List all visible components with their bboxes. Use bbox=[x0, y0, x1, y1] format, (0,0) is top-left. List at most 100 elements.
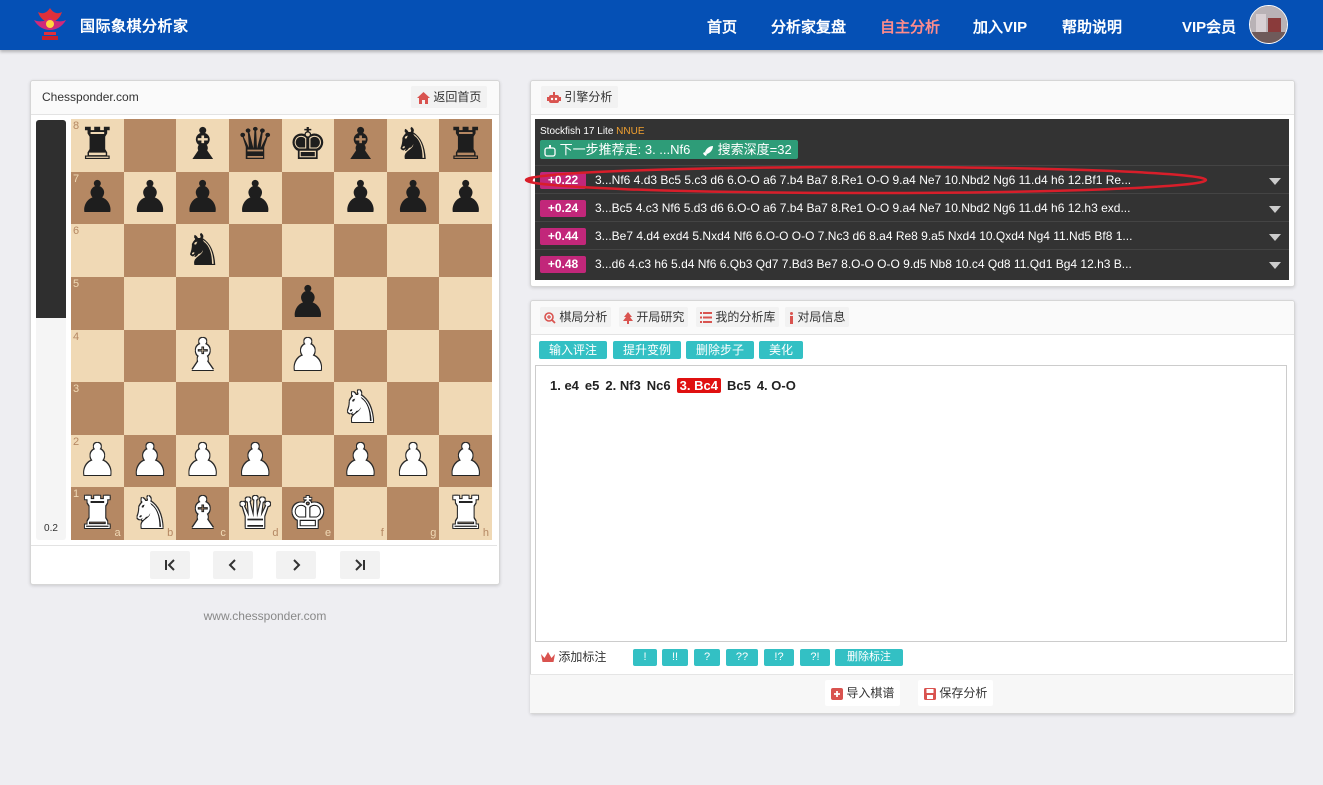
engine-line[interactable]: +0.48 3...d6 4.c3 h6 5.d4 Nf6 6.Qb3 Qd7 7… bbox=[535, 249, 1289, 278]
square-b5[interactable] bbox=[123, 276, 177, 330]
square-a3[interactable]: 3 bbox=[71, 382, 124, 435]
white-king-icon[interactable]: ♚ bbox=[282, 487, 335, 540]
square-e2[interactable] bbox=[281, 434, 335, 488]
square-b6[interactable] bbox=[123, 224, 177, 277]
square-g6[interactable] bbox=[386, 224, 440, 277]
white-knight-icon[interactable]: ♞ bbox=[124, 487, 177, 540]
square-d2[interactable]: ♟ bbox=[228, 434, 282, 488]
black-knight-icon[interactable]: ♞ bbox=[176, 224, 229, 277]
square-b7[interactable]: ♟ bbox=[123, 171, 177, 225]
square-g5[interactable] bbox=[386, 276, 440, 330]
annotation-brilliant-button[interactable]: !! bbox=[662, 649, 688, 666]
square-e3[interactable] bbox=[281, 382, 335, 435]
square-a8[interactable]: 8 ♜ bbox=[71, 119, 124, 172]
tab-my-library[interactable]: 我的分析库 bbox=[696, 307, 780, 327]
square-d1[interactable]: d ♛ bbox=[228, 487, 282, 540]
home-button[interactable]: 返回首页 bbox=[411, 86, 488, 108]
chevron-down-icon[interactable] bbox=[1269, 262, 1281, 269]
chevron-down-icon[interactable] bbox=[1269, 234, 1281, 241]
save-analysis-button[interactable]: 保存分析 bbox=[918, 680, 994, 706]
square-c6[interactable]: ♞ bbox=[176, 224, 229, 277]
square-f8[interactable]: ♝ bbox=[334, 119, 387, 172]
square-e6[interactable] bbox=[281, 224, 335, 277]
black-pawn-icon[interactable]: ♟ bbox=[387, 172, 440, 225]
square-a7[interactable]: 7 ♟ bbox=[71, 171, 124, 225]
square-f4[interactable] bbox=[334, 329, 387, 383]
square-c8[interactable]: ♝ bbox=[176, 119, 229, 172]
square-b8[interactable] bbox=[123, 119, 177, 172]
black-pawn-icon[interactable]: ♟ bbox=[176, 172, 229, 225]
next-move-button[interactable] bbox=[276, 551, 316, 579]
square-h3[interactable] bbox=[439, 382, 492, 435]
square-d3[interactable] bbox=[228, 382, 282, 435]
square-e7[interactable] bbox=[281, 171, 335, 225]
square-c2[interactable]: ♟ bbox=[176, 434, 229, 488]
footer-url[interactable]: www.chessponder.com bbox=[30, 609, 500, 623]
square-g7[interactable]: ♟ bbox=[386, 171, 440, 225]
square-a5[interactable]: 5 bbox=[71, 276, 124, 330]
square-h4[interactable] bbox=[439, 329, 492, 383]
square-e8[interactable]: ♚ bbox=[281, 119, 335, 172]
white-pawn-icon[interactable]: ♟ bbox=[282, 330, 335, 383]
square-g1[interactable]: g bbox=[386, 487, 440, 540]
nav-vip-member[interactable]: VIP会员 bbox=[1182, 16, 1236, 37]
tab-opening-study[interactable]: 开局研究 bbox=[619, 307, 689, 327]
move-item[interactable]: 1. e4 bbox=[550, 378, 579, 393]
annotation-mistake-button[interactable]: ? bbox=[694, 649, 720, 666]
first-move-button[interactable] bbox=[150, 551, 190, 579]
delete-moves-button[interactable]: 删除步子 bbox=[686, 341, 754, 359]
white-pawn-icon[interactable]: ♟ bbox=[387, 435, 440, 488]
white-bishop-icon[interactable]: ♝ bbox=[176, 487, 229, 540]
delete-annotation-button[interactable]: 删除标注 bbox=[835, 649, 903, 666]
square-h8[interactable]: ♜ bbox=[439, 119, 492, 172]
white-knight-icon[interactable]: ♞ bbox=[334, 382, 387, 435]
move-list-box[interactable]: 1. e4 e5 2. Nf3 Nc6 3. Bc4 Bc5 4. O-O bbox=[535, 365, 1287, 642]
black-pawn-icon[interactable]: ♟ bbox=[439, 172, 492, 225]
site-logo-icon[interactable] bbox=[30, 4, 70, 46]
move-item[interactable]: 2. Nf3 bbox=[605, 378, 640, 393]
white-rook-icon[interactable]: ♜ bbox=[71, 487, 124, 540]
black-king-icon[interactable]: ♚ bbox=[282, 119, 335, 172]
annotation-interesting-button[interactable]: !? bbox=[764, 649, 794, 666]
square-d7[interactable]: ♟ bbox=[228, 171, 282, 225]
move-item[interactable]: Nc6 bbox=[647, 378, 671, 393]
square-c4[interactable]: ♝ bbox=[176, 329, 229, 383]
nav-home[interactable]: 首页 bbox=[707, 16, 737, 37]
square-d4[interactable] bbox=[228, 329, 282, 383]
white-pawn-icon[interactable]: ♟ bbox=[124, 435, 177, 488]
nav-join-vip[interactable]: 加入VIP bbox=[973, 16, 1027, 37]
square-c7[interactable]: ♟ bbox=[176, 171, 229, 225]
square-g3[interactable] bbox=[386, 382, 440, 435]
white-pawn-icon[interactable]: ♟ bbox=[229, 435, 282, 488]
engine-line[interactable]: +0.44 3...Be7 4.d4 exd4 5.Nxd4 Nf6 6.O-O … bbox=[535, 221, 1289, 250]
chevron-down-icon[interactable] bbox=[1269, 178, 1281, 185]
white-pawn-icon[interactable]: ♟ bbox=[334, 435, 387, 488]
square-f6[interactable] bbox=[334, 224, 387, 277]
square-g8[interactable]: ♞ bbox=[386, 119, 440, 172]
annotation-good-button[interactable]: ! bbox=[633, 649, 657, 666]
square-d5[interactable] bbox=[228, 276, 282, 330]
move-item[interactable]: Bc5 bbox=[727, 378, 751, 393]
square-b2[interactable]: ♟ bbox=[123, 434, 177, 488]
black-bishop-icon[interactable]: ♝ bbox=[176, 119, 229, 172]
square-d8[interactable]: ♛ bbox=[228, 119, 282, 172]
engine-analysis-tab[interactable]: 引擎分析 bbox=[541, 86, 619, 108]
black-queen-icon[interactable]: ♛ bbox=[229, 119, 282, 172]
import-pgn-button[interactable]: 导入棋谱 bbox=[825, 680, 901, 706]
site-title[interactable]: 国际象棋分析家 bbox=[80, 15, 189, 36]
white-pawn-icon[interactable]: ♟ bbox=[176, 435, 229, 488]
tab-game-analysis[interactable]: 棋局分析 bbox=[540, 307, 612, 327]
black-pawn-icon[interactable]: ♟ bbox=[71, 172, 124, 225]
square-c3[interactable] bbox=[176, 382, 229, 435]
avatar[interactable] bbox=[1249, 5, 1288, 44]
move-item[interactable]: 4. O-O bbox=[757, 378, 796, 393]
black-pawn-icon[interactable]: ♟ bbox=[282, 277, 335, 330]
input-comment-button[interactable]: 输入评注 bbox=[539, 341, 607, 359]
black-knight-icon[interactable]: ♞ bbox=[387, 119, 440, 172]
beautify-button[interactable]: 美化 bbox=[759, 341, 803, 359]
move-item[interactable]: e5 bbox=[585, 378, 599, 393]
prev-move-button[interactable] bbox=[213, 551, 253, 579]
square-b4[interactable] bbox=[123, 329, 177, 383]
square-h7[interactable]: ♟ bbox=[439, 171, 492, 225]
square-a1[interactable]: 1 a ♜ bbox=[71, 487, 124, 540]
